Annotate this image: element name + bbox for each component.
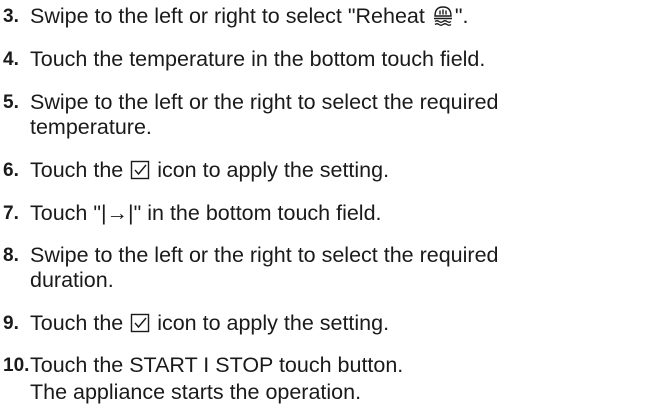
step-5: 5. Swipe to the left or the right to sel… — [0, 90, 662, 140]
step-number: 7. — [3, 203, 19, 224]
step-text: Touch the temperature in the bottom touc… — [30, 47, 486, 71]
step-text: Touch the icon to apply the setting. — [30, 311, 662, 339]
step-3: 3. Swipe to the left or right to select … — [0, 4, 662, 32]
step-text: Touch "|→|" in the bottom touch field. — [30, 201, 382, 225]
step-9: 9. Touch the icon to apply the setting. — [0, 311, 662, 339]
step-text: Touch the icon to apply the setting. — [30, 158, 662, 186]
step-number: 10. — [3, 355, 30, 376]
step-number: 4. — [3, 49, 19, 70]
step-number: 3. — [3, 6, 19, 27]
step-text: Touch the START I STOP touch button. — [30, 353, 404, 377]
step-text: Swipe to the left or the right to select… — [30, 90, 499, 139]
step-text: Swipe to the left or the right to select… — [30, 243, 499, 292]
step-number: 6. — [3, 160, 19, 181]
step-number: 9. — [3, 313, 19, 334]
step-number: 8. — [3, 245, 19, 266]
reheat-icon — [432, 4, 454, 32]
step-text: Swipe to the left or right to select "Re… — [30, 4, 662, 32]
step-7: 7. Touch "|→|" in the bottom touch field… — [0, 201, 662, 226]
step-number: 5. — [3, 92, 19, 113]
checkbox-check-icon — [130, 160, 150, 186]
instruction-page: 3. Swipe to the left or right to select … — [0, 0, 662, 408]
checkbox-check-icon — [130, 313, 150, 339]
step-10: 10. Touch the START I STOP touch button. — [0, 353, 662, 378]
step-4: 4. Touch the temperature in the bottom t… — [0, 47, 662, 72]
step-result: The appliance starts the operation. — [30, 380, 362, 404]
step-8: 8. Swipe to the left or the right to sel… — [0, 243, 662, 293]
step-6: 6. Touch the icon to apply the setting. — [0, 158, 662, 186]
